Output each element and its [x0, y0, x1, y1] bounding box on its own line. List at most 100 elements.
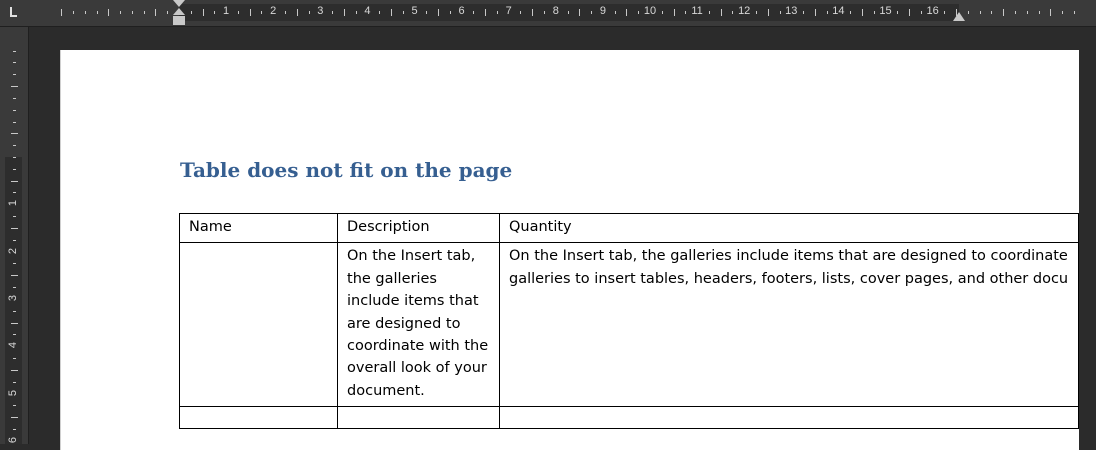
ruler-tick — [708, 11, 710, 14]
ruler-tick — [614, 11, 616, 14]
ruler-tick — [732, 11, 734, 14]
ruler-tick — [296, 9, 298, 16]
table-cell-name[interactable] — [178, 406, 339, 430]
table-row — [178, 406, 1080, 430]
table-header-cell[interactable]: Quantity — [498, 212, 1080, 244]
ruler-tick — [673, 9, 675, 16]
ruler-tick — [638, 11, 640, 14]
ruler-tick — [12, 74, 16, 76]
ruler-tick — [861, 9, 863, 16]
ruler-number: 11 — [691, 5, 703, 17]
ruler-tick — [167, 11, 169, 14]
document-heading[interactable]: Table does not fit on the page — [180, 158, 512, 182]
ruler-number: 2 — [270, 5, 277, 17]
ruler-tick — [814, 9, 816, 16]
table-cell-quantity[interactable] — [498, 406, 1080, 430]
horizontal-ruler[interactable]: 1 2 3 4 5 6 7 8 9 10 11 12 13 14 15 16 — [0, 0, 1096, 27]
ruler-tick — [1050, 9, 1052, 16]
ruler-tick — [485, 9, 487, 16]
ruler-tick — [755, 11, 757, 14]
ruler-tick — [496, 11, 498, 14]
ruler-tick — [308, 11, 310, 14]
ruler-number: 13 — [785, 5, 798, 17]
ruler-tick — [944, 11, 946, 14]
ruler-tick — [1003, 9, 1005, 16]
table-cell-description[interactable]: On the Insert tab, the galleries include… — [337, 242, 500, 408]
ruler-tick — [909, 9, 911, 16]
ruler-number: 5 — [7, 389, 19, 396]
ruler-number: 8 — [552, 5, 559, 17]
table-cell-description[interactable] — [337, 406, 500, 430]
ruler-tick — [249, 9, 251, 16]
ruler-tick — [12, 263, 16, 265]
ruler-tick — [10, 369, 18, 371]
ruler-tick — [12, 62, 16, 64]
left-indent-marker[interactable] — [173, 16, 185, 25]
ruler-tick — [803, 11, 805, 14]
ruler-tick — [73, 11, 75, 14]
ruler-tick — [920, 11, 922, 14]
ruler-tick — [1073, 11, 1075, 14]
ruler-tick — [12, 157, 16, 158]
table-cell-name[interactable] — [178, 242, 339, 408]
ruler-tick — [214, 11, 216, 14]
ruler-tick — [12, 168, 16, 170]
ruler-number: 4 — [364, 5, 371, 17]
ruler-tick — [12, 428, 16, 430]
ruler-number: 14 — [832, 5, 845, 17]
ruler-tick — [84, 11, 86, 14]
ruler-tick — [12, 97, 16, 99]
ruler-number: 2 — [7, 247, 19, 254]
ruler-tick — [96, 11, 98, 14]
ruler-tick — [131, 11, 133, 14]
ruler-number: 10 — [643, 5, 657, 17]
ruler-number: 5 — [411, 5, 418, 17]
ruler-tick — [12, 381, 16, 383]
table-cell-quantity[interactable]: On the Insert tab, the galleries include… — [498, 242, 1080, 408]
tab-selector-icon[interactable] — [7, 6, 19, 18]
vertical-ruler[interactable]: 123456 — [0, 27, 29, 444]
right-indent-marker[interactable] — [953, 12, 965, 21]
ruler-tick — [143, 11, 145, 14]
ruler-tick — [897, 11, 899, 14]
ruler-tick — [967, 11, 969, 14]
hanging-indent-marker[interactable] — [173, 8, 185, 15]
ruler-tick — [979, 11, 981, 14]
ruler-tick — [202, 9, 204, 16]
ruler-tick — [12, 192, 16, 194]
ruler-tick — [473, 11, 475, 14]
ruler-number: 3 — [317, 5, 324, 17]
ruler-tick — [767, 9, 769, 16]
ruler-number: 7 — [505, 5, 512, 17]
ruler-tick — [1038, 11, 1040, 14]
ruler-tick — [12, 334, 16, 336]
ruler-tick — [10, 322, 18, 324]
document-table[interactable]: Name Description Quantity On the Insert … — [178, 212, 1080, 430]
ruler-tick — [261, 11, 263, 14]
table-header-cell[interactable]: Description — [337, 212, 500, 244]
ruler-tick — [10, 275, 18, 277]
ruler-tick — [12, 145, 16, 147]
ruler-tick — [426, 11, 428, 14]
ruler-number: 1 — [223, 5, 230, 17]
ruler-tick — [237, 11, 239, 14]
quantity-line: galleries to insert tables, headers, foo… — [508, 270, 1069, 287]
ruler-tick — [1026, 11, 1028, 14]
first-line-indent-marker[interactable] — [173, 0, 185, 7]
ruler-tick — [826, 11, 828, 14]
ruler-tick — [544, 11, 546, 14]
ruler-number: 16 — [926, 5, 939, 17]
ruler-tick — [10, 86, 18, 88]
ruler-tick — [332, 11, 334, 14]
ruler-number: 3 — [7, 294, 19, 301]
document-page[interactable]: Table does not fit on the page Name Desc… — [60, 50, 1080, 450]
ruler-tick — [873, 11, 875, 14]
ruler-tick — [12, 109, 16, 111]
table-header-cell[interactable]: Name — [178, 212, 339, 244]
ruler-tick — [10, 227, 18, 229]
ruler-tick — [567, 11, 569, 14]
ruler-tick — [12, 216, 16, 218]
ruler-tick — [390, 9, 392, 16]
ruler-tick — [190, 11, 192, 14]
table-header-row: Name Description Quantity — [178, 212, 1080, 244]
